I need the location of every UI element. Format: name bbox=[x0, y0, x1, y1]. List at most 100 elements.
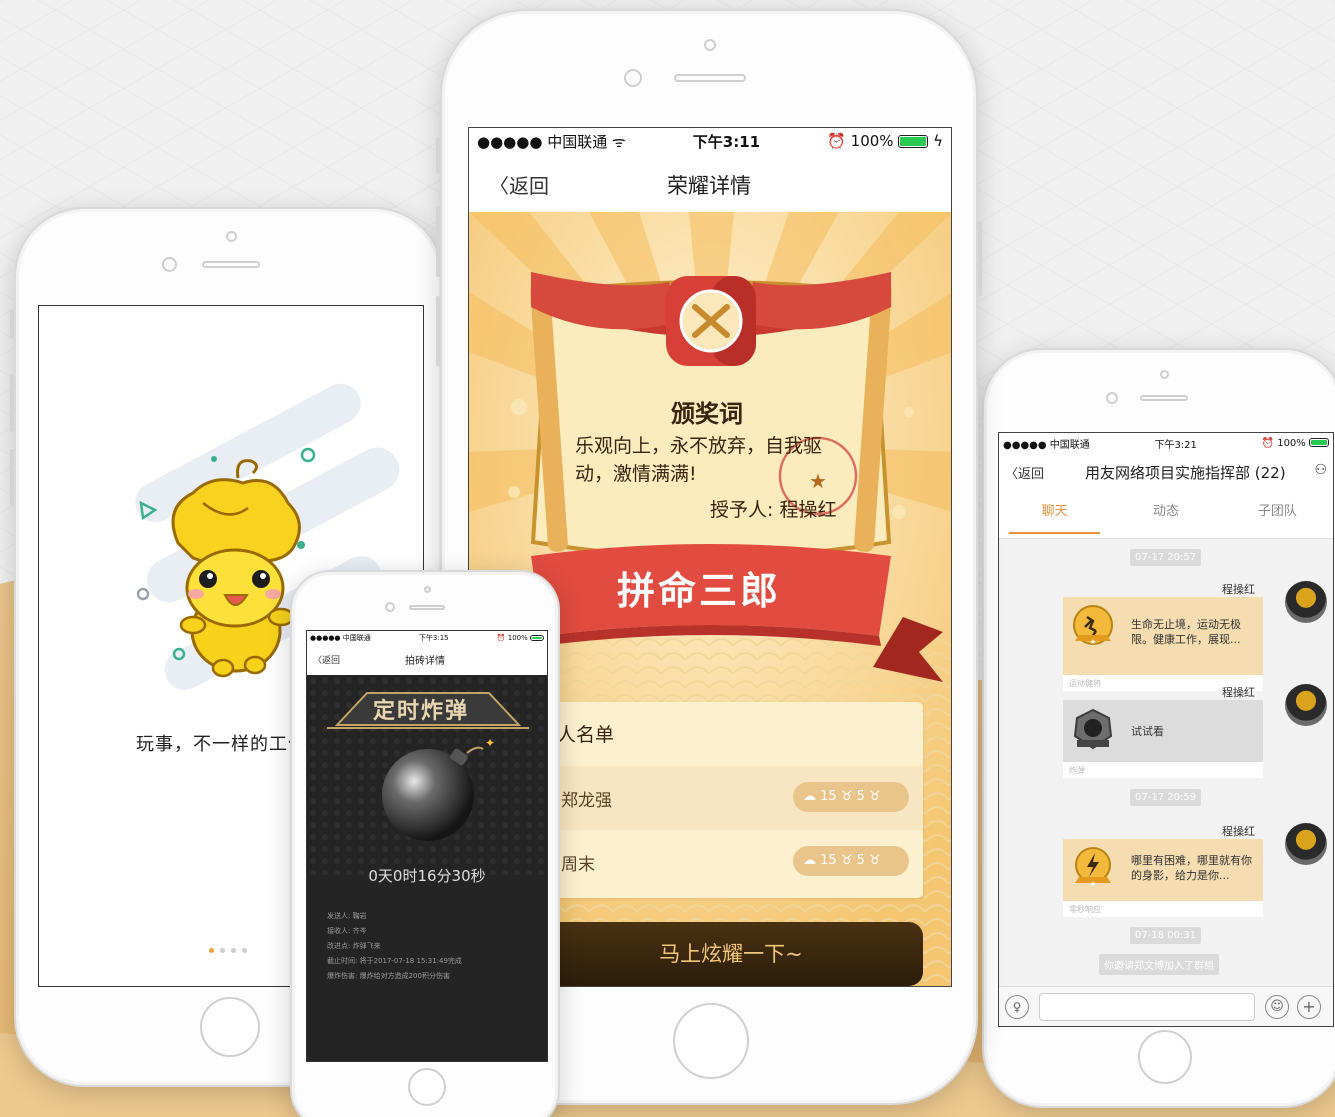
members-icon[interactable]: ⚇ bbox=[1314, 462, 1327, 478]
recipients-panel: 人名单 郑龙强 ☁ 15 ♉ 5 ♉ 周末 ☁ 15 ♉ 5 ♉ bbox=[545, 702, 923, 898]
page-dot-active[interactable] bbox=[209, 948, 214, 953]
nav-bar: 〈返回 用友网络项目实施指挥部 (22) ⚇ bbox=[999, 453, 1333, 493]
tab-chat[interactable]: 聊天 bbox=[999, 493, 1110, 538]
honor-card-message[interactable]: ★ 哪里有困难，哪里就有你的身影，给力是你... bbox=[1063, 839, 1263, 901]
bomb-banner: 定时炸弹 bbox=[373, 699, 470, 724]
card-caption: 炸弹 bbox=[1063, 762, 1263, 778]
front-camera bbox=[385, 602, 395, 612]
detail-receiver: 接收人: 齐岑 bbox=[327, 927, 367, 935]
detail-sender: 发送人: 鞠岩 bbox=[327, 912, 367, 920]
earpiece-speaker bbox=[674, 74, 746, 82]
more-button[interactable]: + bbox=[1297, 995, 1321, 1019]
carrier-label: ●●●●● 中国联通 ᯤ bbox=[477, 132, 626, 151]
volume-down-button bbox=[436, 296, 440, 366]
sender-name: 程操红 bbox=[1222, 825, 1255, 838]
clock-label: 下午3:15 bbox=[418, 634, 449, 642]
bomb-details: 发送人: 鞠岩 接收人: 齐岑 改进点: 炸弹飞来 截止时间: 将于2017-0… bbox=[327, 909, 462, 984]
honor-card-message[interactable]: ★ 生命无止境，运动无极限。健康工作，展现... bbox=[1063, 597, 1263, 675]
detail-deadline: 截止时间: 将于2017-07-18 15:31:49完成 bbox=[327, 957, 462, 965]
honor-header: ●●●●● 中国联通 ᯤ 下午3:11 ⏰ 100% ϟ 〈返回 荣耀详情 bbox=[469, 128, 951, 212]
bomb-screen: ●●●●● 中国联通 下午3:15 ⏰ 100% 〈返回 拍砖详情 ✦ 定时炸弹… bbox=[306, 630, 548, 1062]
tab-subteam-label: 子团队 bbox=[1257, 504, 1297, 519]
home-button[interactable] bbox=[200, 997, 260, 1057]
plus-icon: + bbox=[1302, 997, 1316, 1016]
back-button[interactable]: 〈返回 bbox=[313, 653, 340, 666]
smiley-icon: ☺ bbox=[1270, 999, 1284, 1014]
earpiece-speaker bbox=[202, 261, 260, 268]
award-text: 乐观向上，永不放弃，自我驱 动，激情满满! bbox=[575, 432, 845, 488]
power-button bbox=[978, 221, 982, 296]
front-camera bbox=[162, 257, 177, 272]
system-notice: 你邀请郑文博加入了群组 bbox=[1099, 954, 1219, 975]
tab-activity[interactable]: 动态 bbox=[1110, 493, 1221, 538]
medals-count: 5 bbox=[856, 789, 865, 804]
message-input[interactable] bbox=[1039, 993, 1255, 1021]
sender-name: 程操红 bbox=[1222, 686, 1255, 699]
lightning-badge-icon: ★ bbox=[1075, 847, 1111, 888]
sender-name: 程操红 bbox=[1222, 583, 1255, 596]
badge-name: 拼命三郎 bbox=[617, 569, 782, 613]
mute-switch bbox=[10, 309, 14, 339]
tab-activity-label: 动态 bbox=[1152, 504, 1179, 519]
award-text-line-1: 乐观向上，永不放弃，自我驱 bbox=[575, 435, 823, 457]
recipient-name: 郑龙强 bbox=[561, 791, 612, 811]
recipient-stats: ☁ 15 ♉ 5 ♉ bbox=[793, 846, 909, 876]
tab-subteam[interactable]: 子团队 bbox=[1222, 493, 1333, 538]
countdown: 0天0时16分30秒 bbox=[368, 867, 486, 885]
back-button[interactable]: 〈返回 bbox=[489, 170, 549, 199]
page-dot[interactable] bbox=[231, 948, 236, 953]
card-caption-label: 运动健将 bbox=[1069, 679, 1101, 688]
battery-label: 100% bbox=[1277, 437, 1306, 449]
voice-button[interactable]: ♀ bbox=[1005, 995, 1029, 1019]
clock-label: 下午3:11 bbox=[692, 132, 761, 151]
recipient-row[interactable]: 郑龙强 ☁ 15 ♉ 5 ♉ bbox=[545, 766, 923, 830]
avatar[interactable] bbox=[1285, 823, 1327, 865]
medal-icon: ♉ bbox=[840, 789, 853, 804]
chevron-left-icon: 〈 bbox=[1005, 467, 1019, 482]
medal-icon: ♉ bbox=[869, 789, 881, 804]
front-camera bbox=[1106, 392, 1118, 404]
show-off-button[interactable]: 马上炫耀一下~ bbox=[539, 922, 923, 986]
svg-text:★: ★ bbox=[1090, 638, 1096, 646]
volume-up-button bbox=[436, 207, 440, 277]
timestamp-chip: 07-18 00:31 bbox=[1130, 927, 1202, 944]
front-sensor bbox=[1160, 370, 1169, 379]
home-button[interactable] bbox=[673, 1003, 749, 1079]
bomb-card-message[interactable]: 试试看 bbox=[1063, 700, 1263, 762]
svg-text:✦: ✦ bbox=[485, 736, 495, 750]
front-sensor bbox=[424, 586, 431, 593]
card-text: 哪里有困难，哪里就有你的身影，给力是你... bbox=[1131, 854, 1252, 882]
tab-indicator bbox=[1009, 532, 1101, 534]
presenter: 授予人: 程操红 bbox=[710, 495, 836, 522]
page-title: 荣耀详情 bbox=[667, 174, 751, 198]
card-text: 生命无止境，运动无极限。健康工作，展现... bbox=[1131, 618, 1241, 646]
status-bar: ●●●●● 中国联通 ᯤ 下午3:11 ⏰ 100% ϟ bbox=[469, 128, 951, 154]
phone-bomb-details: ●●●●● 中国联通 下午3:15 ⏰ 100% 〈返回 拍砖详情 ✦ 定时炸弹… bbox=[290, 570, 560, 1117]
emoji-button[interactable]: ☺ bbox=[1265, 995, 1289, 1019]
recipient-stats: ☁ 15 ♉ 5 ♉ bbox=[793, 782, 909, 812]
status-bar: ●●●●● 中国联通 下午3:21 ⏰ 100% bbox=[999, 433, 1333, 453]
front-sensor bbox=[226, 231, 237, 242]
input-bar: ♀ ☺ + bbox=[999, 986, 1333, 1026]
recipient-row[interactable]: 周末 ☁ 15 ♉ 5 ♉ bbox=[545, 830, 923, 894]
page-dot[interactable] bbox=[220, 948, 225, 953]
volume-down-button bbox=[10, 449, 14, 507]
medals-count: 5 bbox=[856, 853, 865, 868]
chat-screen: ●●●●● 中国联通 下午3:21 ⏰ 100% 〈返回 用友网络项目实施指挥部… bbox=[998, 432, 1334, 1027]
like-icon: ☁ bbox=[803, 853, 816, 868]
chevron-left-icon: 〈 bbox=[489, 174, 509, 198]
back-button[interactable]: 〈返回 bbox=[1005, 463, 1044, 482]
medal-icon: ♉ bbox=[869, 853, 881, 868]
page-dot[interactable] bbox=[242, 948, 247, 953]
avatar[interactable] bbox=[1285, 684, 1327, 726]
card-caption-label: 炸弹 bbox=[1069, 766, 1085, 775]
status-bar: ●●●●● 中国联通 下午3:15 ⏰ 100% bbox=[307, 631, 547, 645]
timestamp-chip: 07-17 20:59 bbox=[1130, 789, 1202, 806]
onboarding-tagline: 玩事，不一样的工作 bbox=[136, 734, 307, 755]
home-button[interactable] bbox=[1138, 1030, 1192, 1084]
avatar[interactable] bbox=[1285, 581, 1327, 623]
home-button[interactable] bbox=[408, 1068, 446, 1106]
group-title: 用友网络项目实施指挥部 (22) bbox=[1085, 464, 1286, 482]
presenter-label: 授予人: bbox=[710, 499, 774, 521]
detail-improvement: 改进点: 炸弹飞来 bbox=[327, 942, 381, 950]
